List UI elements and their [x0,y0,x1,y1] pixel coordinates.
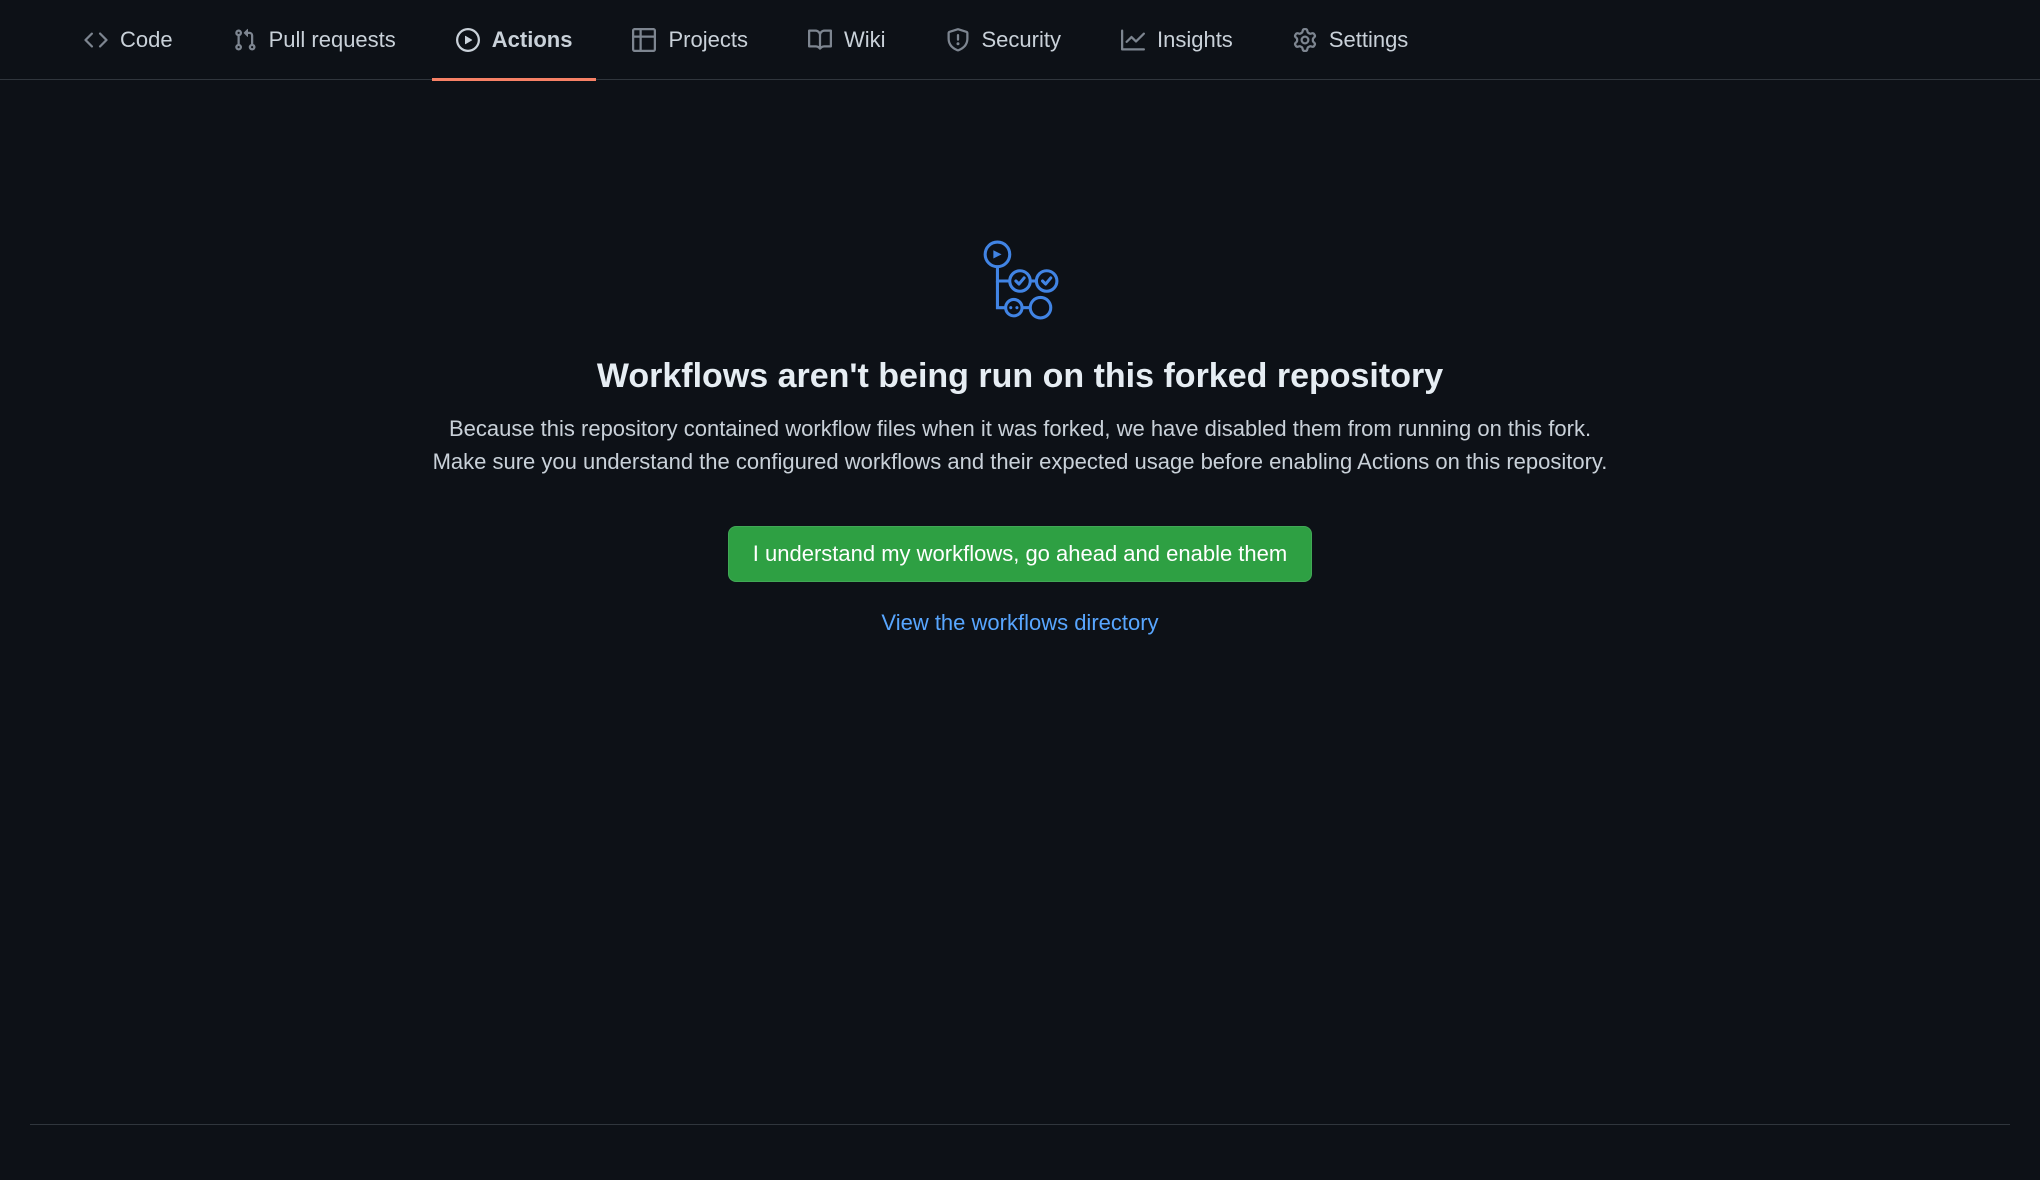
git-pull-request-icon [233,28,257,52]
tab-insights[interactable]: Insights [1097,0,1257,80]
code-icon [84,28,108,52]
gear-icon [1293,28,1317,52]
enable-workflows-button[interactable]: I understand my workflows, go ahead and … [728,526,1312,582]
tab-actions[interactable]: Actions [432,0,597,80]
tab-security[interactable]: Security [922,0,1085,80]
tab-pull-requests[interactable]: Pull requests [209,0,420,80]
workflow-icon [979,240,1061,327]
tab-label: Actions [492,27,573,53]
table-icon [632,28,656,52]
shield-icon [946,28,970,52]
tab-code[interactable]: Code [60,0,197,80]
book-icon [808,28,832,52]
repo-tab-nav: Code Pull requests Actions Projects Wiki… [0,0,2040,80]
tab-label: Pull requests [269,27,396,53]
tab-label: Settings [1329,27,1409,53]
play-icon [456,28,480,52]
graph-icon [1121,28,1145,52]
tab-label: Security [982,27,1061,53]
page-description: Because this repository contained workfl… [420,412,1620,478]
tab-label: Projects [668,27,747,53]
tab-label: Insights [1157,27,1233,53]
tab-projects[interactable]: Projects [608,0,771,80]
tab-label: Code [120,27,173,53]
tab-label: Wiki [844,27,886,53]
tab-settings[interactable]: Settings [1269,0,1433,80]
main-content: Workflows aren't being run on this forke… [0,80,2040,636]
view-workflows-link[interactable]: View the workflows directory [881,610,1158,636]
page-heading: Workflows aren't being run on this forke… [597,357,1443,396]
footer-divider [30,1124,2010,1125]
tab-wiki[interactable]: Wiki [784,0,910,80]
